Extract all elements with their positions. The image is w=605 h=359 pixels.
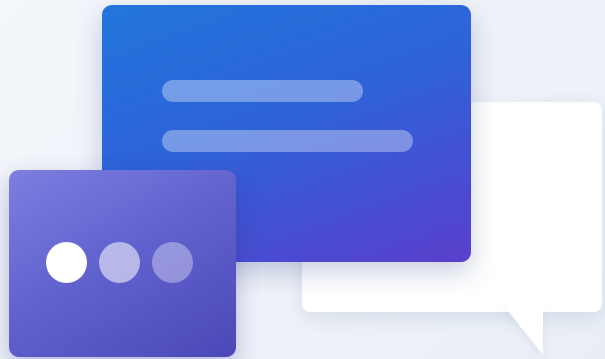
typing-dot	[99, 242, 140, 283]
typing-indicator-icon	[9, 170, 236, 357]
typing-dot	[46, 242, 87, 283]
chat-illustration	[0, 0, 605, 359]
typing-dot	[152, 242, 193, 283]
text-placeholder-line	[162, 80, 363, 102]
speech-bubble-tail	[503, 305, 543, 355]
text-placeholder-line	[162, 130, 413, 152]
